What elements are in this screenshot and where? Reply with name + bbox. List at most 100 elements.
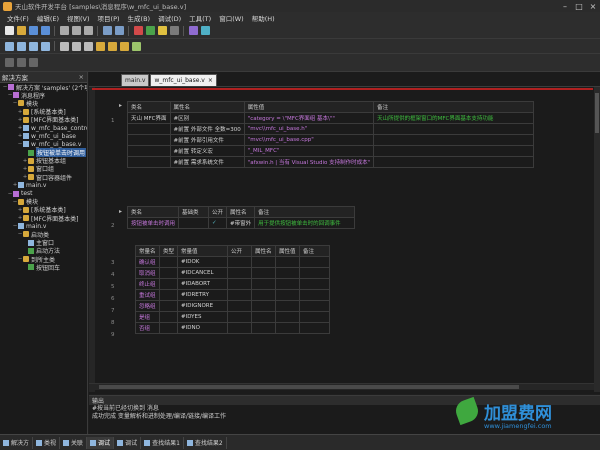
bottom-tab[interactable]: 调试	[87, 436, 115, 449]
menu-item[interactable]: 生成(B)	[124, 13, 155, 23]
table-cell[interactable]	[251, 278, 277, 290]
table-cell[interactable]: #IDYES	[177, 311, 229, 323]
table-cell[interactable]: 否组	[135, 322, 160, 334]
redo-icon[interactable]	[114, 26, 124, 35]
table-cell[interactable]: "category = \"MFC界面组 基本\""	[243, 112, 375, 124]
table-cell[interactable]: #前置 转定义宏	[169, 145, 245, 157]
maximize-icon[interactable]: □	[572, 1, 586, 11]
table-cell[interactable]: 取消组	[135, 267, 160, 279]
table-cell[interactable]	[275, 267, 301, 279]
table-cell[interactable]: 用于提供按钮被单击时的回调事件	[254, 217, 356, 229]
minimize-icon[interactable]: –	[558, 1, 572, 11]
table-cell[interactable]	[227, 311, 253, 323]
table-cell[interactable]	[299, 278, 331, 290]
table-cell[interactable]	[178, 217, 210, 229]
table-row[interactable]: 否组 #IDNO	[135, 322, 331, 334]
table-cell[interactable]	[251, 322, 277, 334]
table-row[interactable]: 是组 #IDYES	[135, 311, 331, 323]
menu-item[interactable]: 视图(V)	[63, 13, 94, 23]
outdent-icon[interactable]	[16, 41, 26, 51]
table-cell[interactable]	[227, 278, 253, 290]
bottom-tab[interactable]: 类视	[33, 436, 61, 449]
comment-icon[interactable]	[28, 41, 38, 51]
table-cell[interactable]	[251, 311, 277, 323]
table-cell[interactable]	[158, 311, 179, 323]
table-cell[interactable]: #区别	[169, 112, 245, 124]
open-folder-icon[interactable]	[16, 26, 26, 35]
scrollbar-thumb[interactable]	[595, 93, 599, 133]
method-table[interactable]: 类名 基础类 公开 属性名 备注 按钮被单击时调用 ✓ #带窗外 用于提供按钮被单击时的回调事…	[126, 206, 356, 229]
prev-bookmark-icon[interactable]	[71, 41, 81, 51]
table-cell[interactable]: #IDRETRY	[177, 289, 229, 301]
table-cell[interactable]: 确认组	[135, 256, 160, 268]
table-cell[interactable]: #带窗外	[226, 217, 256, 229]
close-icon[interactable]: ×	[586, 1, 600, 11]
table-cell[interactable]	[299, 300, 331, 312]
table-cell[interactable]	[275, 256, 301, 268]
table-cell[interactable]	[127, 134, 171, 146]
table-cell[interactable]	[251, 267, 277, 279]
table-cell[interactable]: 终止组	[135, 278, 160, 290]
code-editor[interactable]: main.v w_mfc_ui_base.v × 1 ▸ 类名 属性名 属性值 备注 天山…	[89, 72, 600, 394]
debug-icon[interactable]	[157, 26, 167, 35]
table-cell[interactable]	[275, 289, 301, 301]
document-tab[interactable]: w_mfc_ui_base.v ×	[150, 74, 217, 86]
save-icon[interactable]	[28, 26, 38, 35]
next-bookmark-icon[interactable]	[83, 41, 93, 51]
tree-item[interactable]: 按钮回车	[0, 263, 87, 272]
table-row[interactable]: 忽略组 #IDIGNORE	[135, 300, 331, 312]
menu-item[interactable]: 调试(D)	[154, 13, 185, 23]
table-row[interactable]: 重试组 #IDRETRY	[135, 289, 331, 301]
constant-table[interactable]: 常量名 类型 常量值 公开 属性名 属性值 备注 确认组 #IDOK 取消组 #IDCANCEL 终…	[135, 245, 331, 334]
table-cell[interactable]: "mvc\\mfc_ui_base.cpp"	[243, 134, 375, 146]
class-definition-table[interactable]: 类名 属性名 属性值 备注 天山 MFC界面 #区别 "category = \"MFC界…	[127, 101, 535, 168]
table-cell[interactable]	[251, 289, 277, 301]
table-cell[interactable]: 天山 MFC界面	[127, 112, 171, 124]
find-icon[interactable]	[188, 26, 198, 35]
tree-item[interactable]: + [MFC界面基本类]	[0, 116, 87, 124]
save-all-icon[interactable]	[40, 26, 50, 35]
bottom-tab[interactable]: 解决方	[0, 436, 34, 449]
table-cell[interactable]	[373, 145, 535, 157]
table-row[interactable]: 终止组 #IDABORT	[135, 278, 331, 290]
locate-icon[interactable]	[28, 58, 38, 67]
bottom-tab[interactable]: 关联	[60, 436, 88, 449]
vertical-scrollbar[interactable]	[594, 87, 600, 392]
table-cell[interactable]	[275, 322, 301, 334]
table-cell[interactable]	[299, 322, 331, 334]
table-cell[interactable]: #IDCANCEL	[177, 267, 229, 279]
table-collapse-icon[interactable]: ▸	[119, 102, 122, 109]
table-cell[interactable]: 是组	[135, 311, 160, 323]
table-row[interactable]: 确认组 #IDOK	[135, 256, 331, 268]
table-cell[interactable]: "afxwin.h | 当有 Visual Studio 支持制作时成本"	[243, 156, 375, 168]
paste-icon[interactable]	[83, 26, 93, 35]
table-cell[interactable]	[227, 267, 253, 279]
table-cell[interactable]	[158, 267, 179, 279]
table-cell[interactable]: ✓	[208, 217, 228, 229]
table-cell[interactable]	[127, 156, 171, 168]
table-cell[interactable]: "mvc\\mfc_ui_base.h"	[243, 123, 375, 135]
menu-item[interactable]: 文件(F)	[3, 13, 33, 23]
table-cell[interactable]: "_MIL_MFC"	[243, 145, 375, 157]
table-cell[interactable]: #IDABORT	[177, 278, 229, 290]
undo-icon[interactable]	[102, 26, 112, 35]
table-cell[interactable]: #前置 外部引用文件	[169, 134, 245, 146]
table-cell[interactable]	[299, 267, 331, 279]
table-cell[interactable]: 忽略组	[135, 300, 160, 312]
tree-item[interactable]: + w_mfc_ui_base	[0, 132, 87, 140]
table-cell[interactable]	[251, 256, 277, 268]
menu-item[interactable]: 窗口(W)	[215, 13, 248, 23]
back-icon[interactable]	[4, 58, 14, 67]
table-cell[interactable]	[373, 156, 535, 168]
bottom-tab[interactable]: 查找结果1	[141, 436, 184, 449]
table-cell[interactable]	[251, 300, 277, 312]
help-icon[interactable]	[200, 26, 210, 35]
tree-item[interactable]: + w_mfc_base_control	[0, 124, 87, 132]
build-icon[interactable]	[169, 26, 179, 35]
table-cell[interactable]: #前置 外部文件 全数=300	[169, 123, 245, 135]
table-cell[interactable]	[299, 311, 331, 323]
table-cell[interactable]	[127, 145, 171, 157]
close-panel-icon[interactable]: ×	[79, 73, 84, 81]
bottom-tab[interactable]: 查找结果2	[184, 436, 227, 449]
table-row[interactable]: #前置 需求系统文件 "afxwin.h | 当有 Visual Studio 支…	[127, 156, 535, 168]
